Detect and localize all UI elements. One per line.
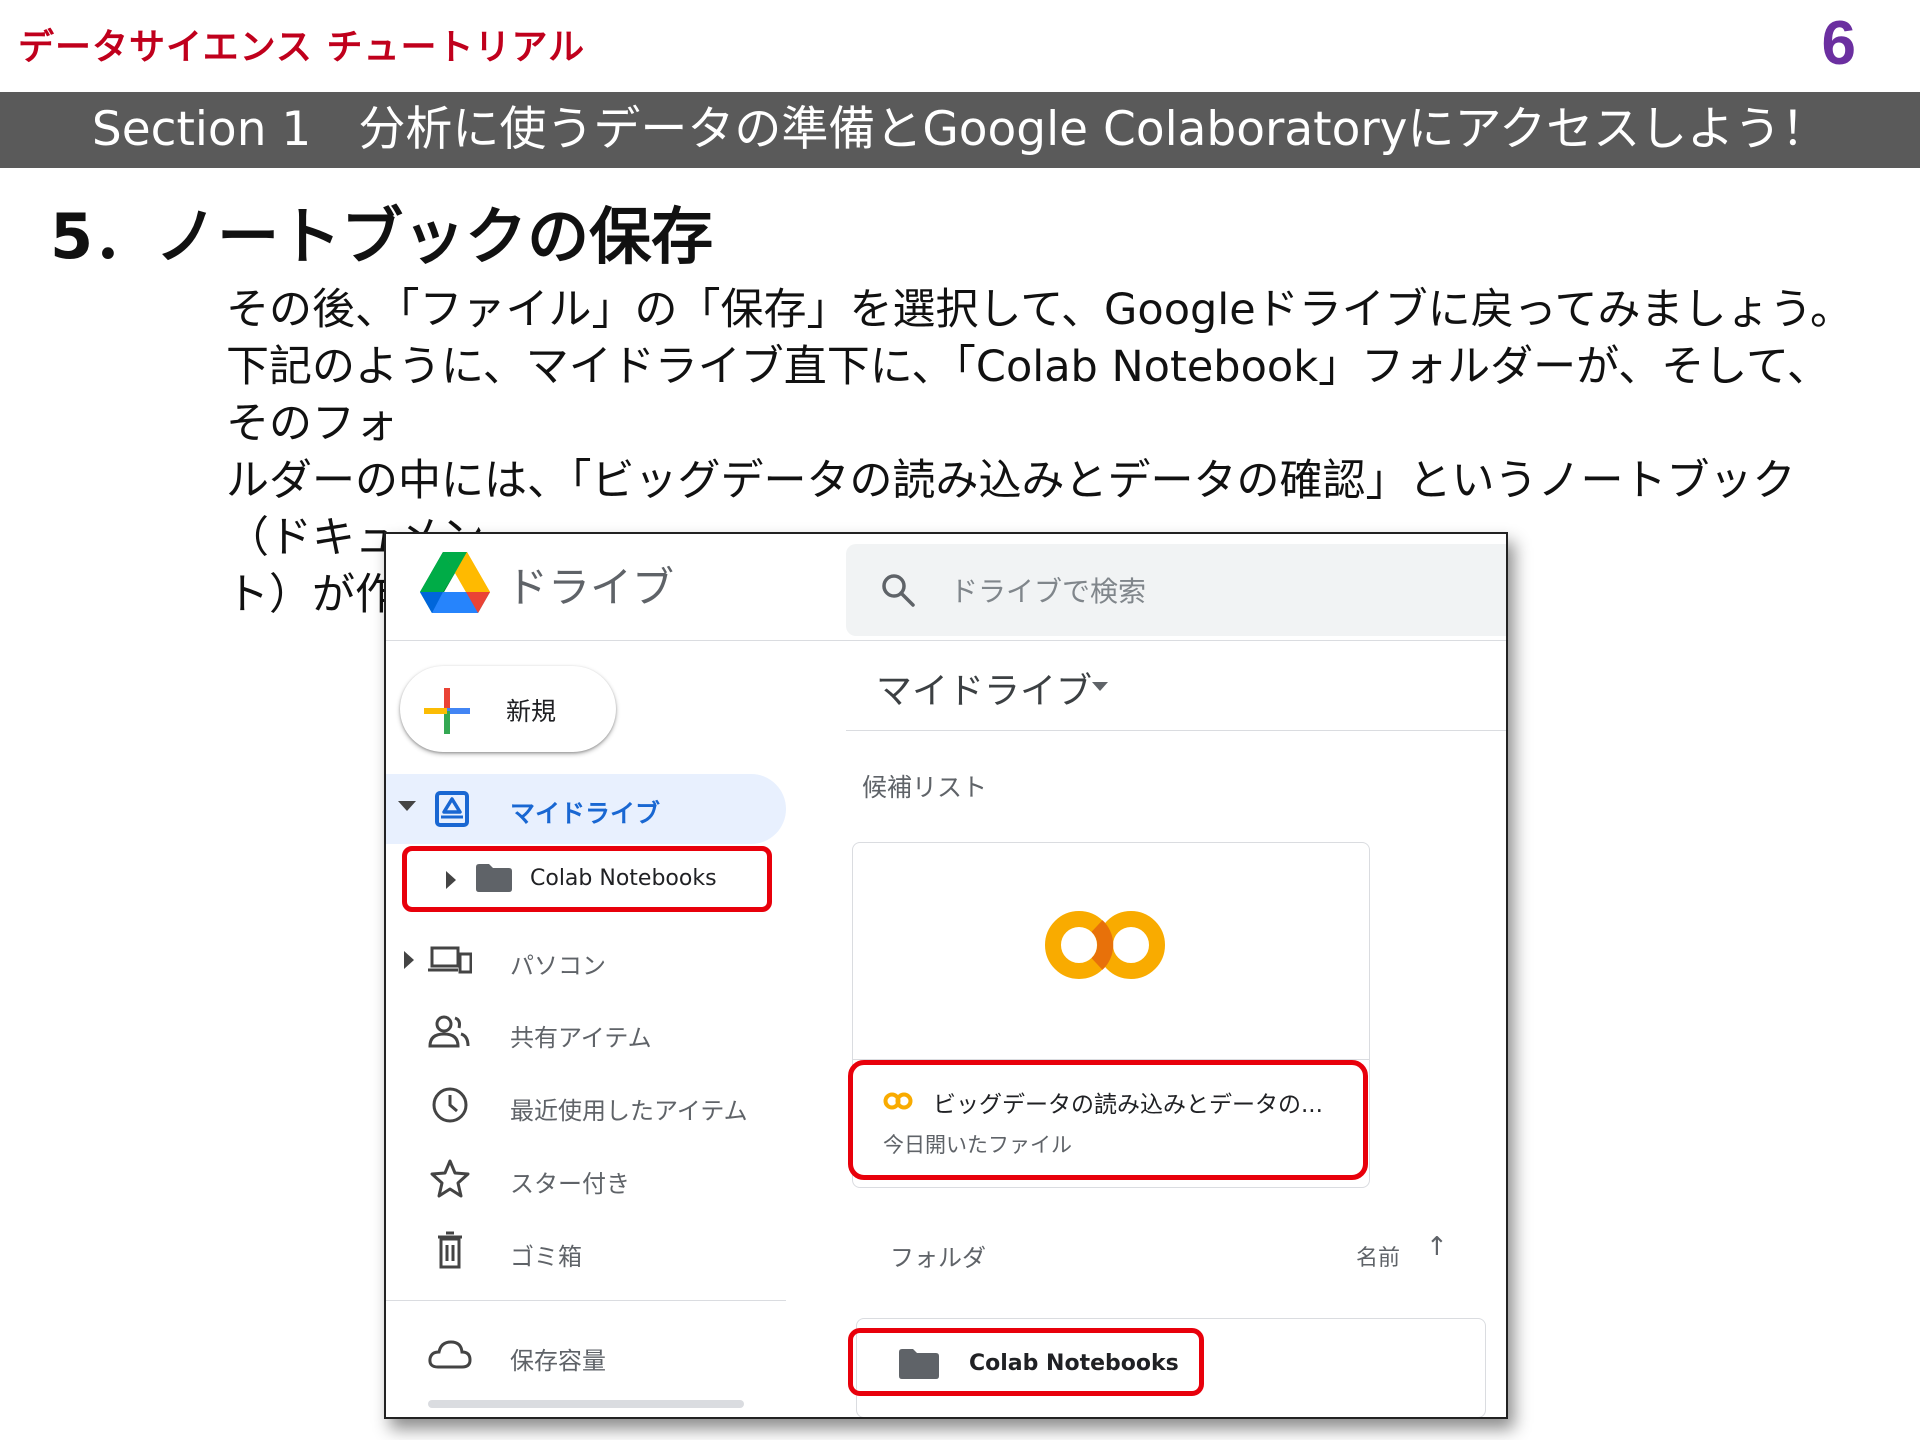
sidebar-item-label: スター付き — [510, 1170, 630, 1198]
brand-title: データサイエンス チュートリアル — [18, 27, 586, 68]
header-divider — [386, 640, 1506, 641]
arrow-up-icon[interactable]: ↑ — [1426, 1232, 1448, 1262]
sidebar-item-shared[interactable]: 共有アイテム — [386, 1002, 786, 1062]
trash-icon — [438, 1231, 462, 1269]
breadcrumb-divider — [846, 730, 1506, 731]
colab-logo-icon — [1045, 911, 1165, 979]
search-input[interactable]: ドライブで検索 — [950, 570, 1146, 610]
breadcrumb[interactable]: マイドライブ — [876, 662, 1092, 714]
sidebar-item-label: マイドライブ — [510, 799, 661, 828]
chevron-down-icon[interactable] — [1092, 682, 1108, 691]
cloud-icon — [428, 1340, 472, 1369]
expand-caret-icon[interactable] — [404, 951, 414, 969]
highlight-box — [848, 1060, 1368, 1180]
sort-by-name-button[interactable]: 名前 — [1356, 1240, 1400, 1272]
clock-icon — [432, 1087, 468, 1123]
search-bar[interactable]: ドライブで検索 — [846, 544, 1506, 636]
suggested-heading: 候補リスト — [862, 773, 988, 802]
storage-bar — [428, 1400, 744, 1408]
computers-icon — [428, 946, 472, 974]
sidebar-item-label: パソコン — [510, 952, 606, 980]
sidebar-item-computers[interactable]: パソコン — [386, 930, 786, 990]
drive-screenshot: ドライブ ドライブで検索 新規 マイドライブ Colab Notebooks パ… — [384, 532, 1508, 1419]
sidebar-item-label: 最近使用したアイテム — [510, 1097, 748, 1125]
sidebar-item-my-drive[interactable]: マイドライブ — [386, 774, 786, 844]
sidebar-item-starred[interactable]: スター付き — [386, 1148, 786, 1208]
folders-heading: フォルダ — [890, 1244, 986, 1272]
sidebar-item-storage[interactable]: 保存容量 — [386, 1325, 786, 1385]
drive-logo-icon — [420, 552, 490, 613]
app-name: ドライブ — [506, 563, 675, 612]
search-icon[interactable] — [880, 572, 916, 608]
page-number: 6 — [1821, 9, 1856, 78]
sidebar-item-label: 共有アイテム — [510, 1024, 652, 1052]
my-drive-icon — [435, 791, 469, 827]
highlight-box — [402, 846, 772, 912]
new-button-label: 新規 — [506, 697, 557, 726]
sidebar-divider — [386, 1300, 786, 1301]
sidebar-item-recent[interactable]: 最近使用したアイテム — [386, 1075, 786, 1135]
file-thumbnail — [853, 843, 1369, 1059]
expand-caret-icon[interactable] — [398, 801, 416, 811]
sidebar-item-label: 保存容量 — [510, 1347, 606, 1375]
section-banner: Section 1 分析に使うデータの準備とGoogle Colaborator… — [0, 92, 1920, 168]
people-icon — [428, 1015, 470, 1048]
new-button[interactable]: 新規 — [400, 666, 616, 752]
slide-title: 5．ノートブックの保存 — [50, 200, 714, 273]
sidebar-item-trash[interactable]: ゴミ箱 — [386, 1221, 786, 1281]
sidebar-item-label: ゴミ箱 — [510, 1243, 582, 1271]
instruction-line: その後、「ファイル」の「保存」を選択して、Googleドライブに戻ってみましょう… — [226, 285, 1853, 335]
instruction-line: 下記のように、マイドライブ直下に、「Colab Notebook」フォルダーが、… — [226, 342, 1830, 449]
plus-icon — [424, 688, 470, 734]
star-icon — [430, 1159, 470, 1198]
highlight-box — [848, 1328, 1204, 1396]
